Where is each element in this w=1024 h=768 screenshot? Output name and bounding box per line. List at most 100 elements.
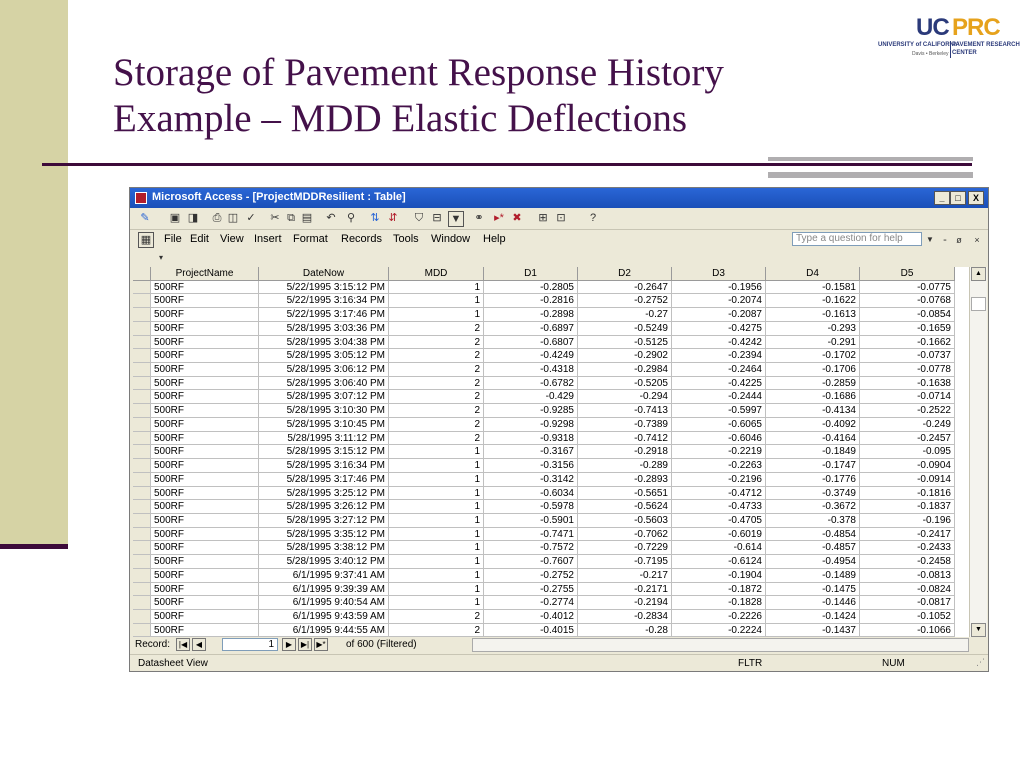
- cell-d4[interactable]: -0.1581: [766, 280, 860, 295]
- cell-mdd[interactable]: 2: [389, 431, 484, 446]
- cell-d4[interactable]: -0.293: [766, 321, 860, 336]
- cell-d2[interactable]: -0.7229: [578, 541, 672, 556]
- cell-datenow[interactable]: 5/28/1995 3:25:12 PM: [259, 486, 389, 501]
- cell-d5[interactable]: -0.0904: [860, 459, 955, 473]
- cell-d1[interactable]: -0.4318: [484, 363, 578, 377]
- cell-projectname[interactable]: 500RF: [151, 294, 259, 309]
- next-record-icon[interactable]: ▶: [282, 638, 296, 651]
- cell-d2[interactable]: -0.27: [578, 308, 672, 322]
- cell-projectname[interactable]: 500RF: [151, 596, 259, 610]
- row-selector[interactable]: [133, 623, 151, 637]
- cell-projectname[interactable]: 500RF: [151, 568, 259, 583]
- cell-d2[interactable]: -0.5125: [578, 335, 672, 350]
- cell-d2[interactable]: -0.7413: [578, 404, 672, 418]
- cell-d4[interactable]: -0.2859: [766, 376, 860, 391]
- cell-d5[interactable]: -0.0813: [860, 568, 955, 583]
- cell-d2[interactable]: -0.294: [578, 390, 672, 405]
- row-selector[interactable]: [133, 541, 151, 556]
- sort-ascending-icon[interactable]: ⇅: [368, 211, 382, 225]
- cell-projectname[interactable]: 500RF: [151, 527, 259, 542]
- cell-d2[interactable]: -0.2752: [578, 294, 672, 309]
- cell-d1[interactable]: -0.6807: [484, 335, 578, 350]
- minimize-button[interactable]: _: [934, 191, 950, 205]
- cell-d5[interactable]: -0.249: [860, 417, 955, 432]
- cell-d4[interactable]: -0.1437: [766, 623, 860, 637]
- cell-projectname[interactable]: 500RF: [151, 486, 259, 501]
- toolbar-options-icon[interactable]: ▾: [154, 251, 168, 265]
- cell-mdd[interactable]: 1: [389, 472, 484, 487]
- cell-d3[interactable]: -0.2196: [672, 472, 766, 487]
- column-header-d1[interactable]: D1: [484, 267, 578, 281]
- delete-record-icon[interactable]: ✖: [510, 211, 524, 225]
- cell-projectname[interactable]: 500RF: [151, 459, 259, 473]
- cell-mdd[interactable]: 1: [389, 445, 484, 460]
- cut-icon[interactable]: ✂: [268, 211, 282, 225]
- cell-mdd[interactable]: 1: [389, 280, 484, 295]
- cell-d1[interactable]: -0.4249: [484, 349, 578, 364]
- cell-d4[interactable]: -0.1446: [766, 596, 860, 610]
- menu-format[interactable]: Format: [293, 233, 328, 245]
- cell-d3[interactable]: -0.2074: [672, 294, 766, 309]
- cell-d5[interactable]: -0.095: [860, 445, 955, 460]
- cell-d3[interactable]: -0.4705: [672, 513, 766, 528]
- cell-d3[interactable]: -0.614: [672, 541, 766, 556]
- cell-d4[interactable]: -0.1613: [766, 308, 860, 322]
- row-selector[interactable]: [133, 280, 151, 295]
- paste-icon[interactable]: ▤: [300, 211, 314, 225]
- cell-d3[interactable]: -0.4733: [672, 500, 766, 514]
- filter-by-form-icon[interactable]: ⊟: [430, 211, 444, 225]
- cell-datenow[interactable]: 5/22/1995 3:15:12 PM: [259, 280, 389, 295]
- cell-d1[interactable]: -0.9318: [484, 431, 578, 446]
- cell-projectname[interactable]: 500RF: [151, 472, 259, 487]
- menu-help[interactable]: Help: [483, 233, 506, 245]
- cell-projectname[interactable]: 500RF: [151, 417, 259, 432]
- cell-d2[interactable]: -0.2194: [578, 596, 672, 610]
- cell-d5[interactable]: -0.0824: [860, 582, 955, 597]
- row-selector[interactable]: [133, 335, 151, 350]
- cell-d3[interactable]: -0.6019: [672, 527, 766, 542]
- row-selector[interactable]: [133, 486, 151, 501]
- cell-d5[interactable]: -0.1662: [860, 335, 955, 350]
- view-icon[interactable]: ✎: [138, 211, 152, 225]
- cell-d2[interactable]: -0.2171: [578, 582, 672, 597]
- cell-mdd[interactable]: 1: [389, 486, 484, 501]
- cell-datenow[interactable]: 6/1/1995 9:40:54 AM: [259, 596, 389, 610]
- scroll-down-icon[interactable]: ▼: [971, 623, 986, 637]
- row-selector[interactable]: [133, 500, 151, 514]
- cell-d3[interactable]: -0.4225: [672, 376, 766, 391]
- cell-mdd[interactable]: 1: [389, 500, 484, 514]
- cell-d2[interactable]: -0.2893: [578, 472, 672, 487]
- child-restore-icon[interactable]: ø: [952, 233, 966, 247]
- cell-d4[interactable]: -0.4092: [766, 417, 860, 432]
- cell-projectname[interactable]: 500RF: [151, 445, 259, 460]
- cell-d4[interactable]: -0.1475: [766, 582, 860, 597]
- last-record-icon[interactable]: ▶|: [298, 638, 312, 651]
- row-selector[interactable]: [133, 527, 151, 542]
- row-selector[interactable]: [133, 513, 151, 528]
- row-selector[interactable]: [133, 459, 151, 473]
- cell-d4[interactable]: -0.4134: [766, 404, 860, 418]
- cell-mdd[interactable]: 2: [389, 610, 484, 624]
- cell-d4[interactable]: -0.1622: [766, 294, 860, 309]
- row-selector[interactable]: [133, 582, 151, 597]
- cell-datenow[interactable]: 5/22/1995 3:17:46 PM: [259, 308, 389, 322]
- cell-d2[interactable]: -0.5205: [578, 376, 672, 391]
- menu-edit[interactable]: Edit: [190, 233, 209, 245]
- cell-d3[interactable]: -0.5997: [672, 404, 766, 418]
- cell-d5[interactable]: -0.1816: [860, 486, 955, 501]
- cell-d4[interactable]: -0.3672: [766, 500, 860, 514]
- cell-mdd[interactable]: 1: [389, 308, 484, 322]
- cell-mdd[interactable]: 2: [389, 390, 484, 405]
- menu-file[interactable]: File: [164, 233, 182, 245]
- select-all-corner[interactable]: [133, 267, 151, 281]
- cell-mdd[interactable]: 2: [389, 376, 484, 391]
- row-selector[interactable]: [133, 308, 151, 322]
- row-selector[interactable]: [133, 610, 151, 624]
- print-preview-icon[interactable]: ◫: [226, 211, 240, 225]
- cell-d1[interactable]: -0.3142: [484, 472, 578, 487]
- cell-mdd[interactable]: 2: [389, 335, 484, 350]
- cell-projectname[interactable]: 500RF: [151, 321, 259, 336]
- cell-d1[interactable]: -0.9285: [484, 404, 578, 418]
- cell-datenow[interactable]: 6/1/1995 9:43:59 AM: [259, 610, 389, 624]
- menu-records[interactable]: Records: [341, 233, 382, 245]
